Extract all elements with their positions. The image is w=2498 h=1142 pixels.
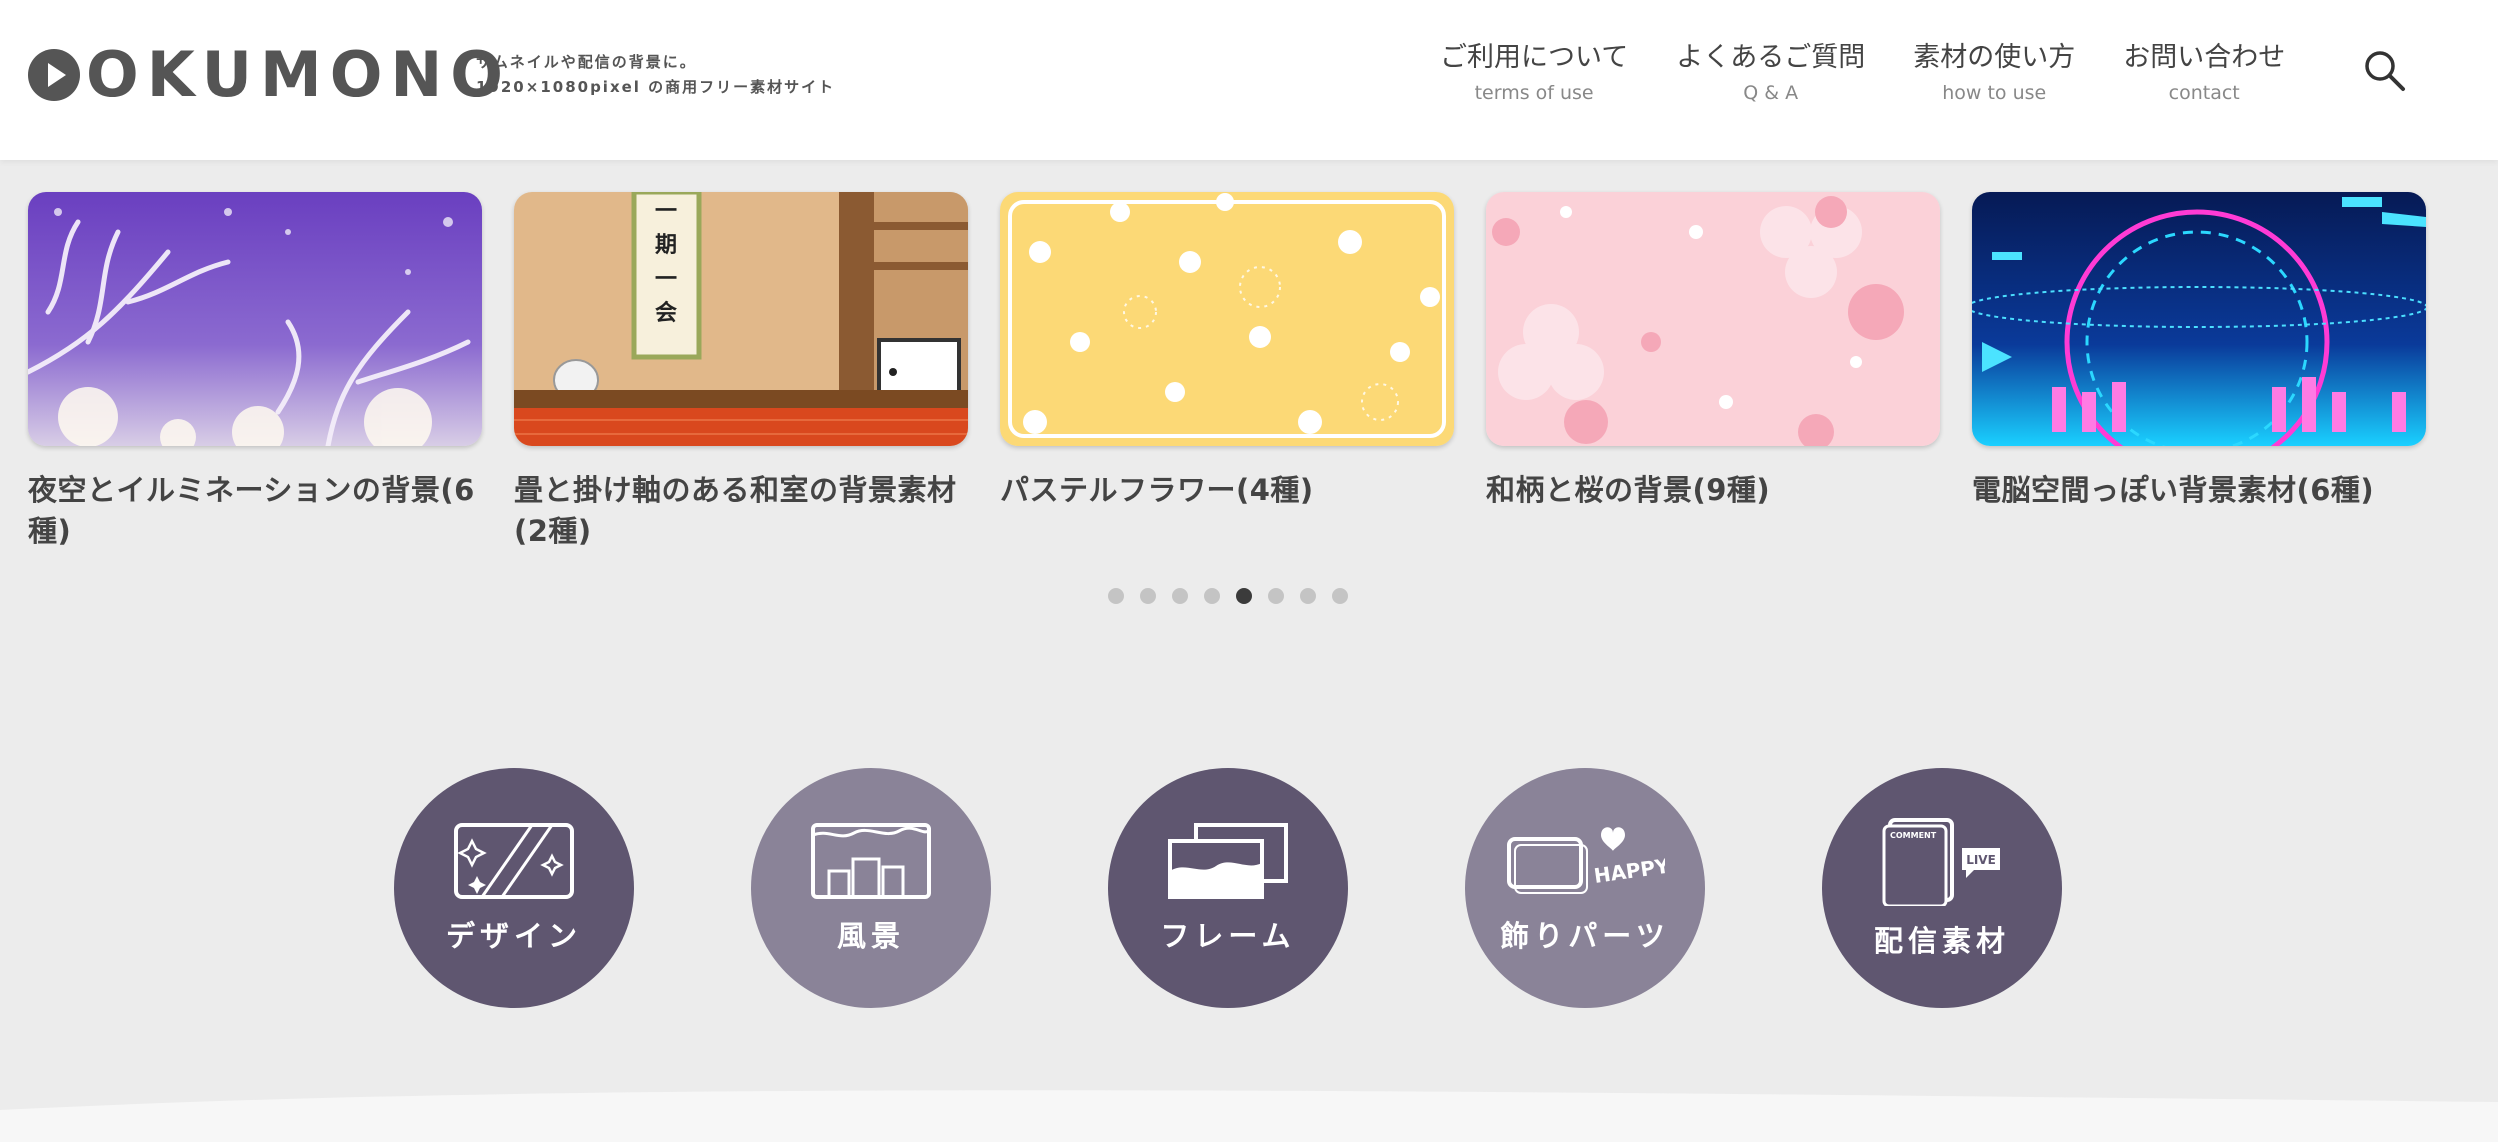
- carousel-pagination: [1108, 588, 1364, 604]
- card-title: 畳と掛け軸のある和室の背景素材(2種): [514, 473, 957, 548]
- nav-label: ご利用について: [1440, 42, 1629, 73]
- carousel-card[interactable]: 電脳空間っぽい背景素材(6種): [1972, 192, 2426, 552]
- nav-sublabel: terms of use: [1474, 82, 1594, 104]
- site-header: OKUMONO サムネイルや配信の背景に。 1920×1080pixel の商用…: [0, 0, 2498, 160]
- nav-sublabel: Q & A: [1743, 82, 1799, 104]
- live-text: LIVE: [1966, 853, 1996, 867]
- footer-wave: [0, 1090, 2498, 1142]
- card-title: 夜空とイルミネーションの背景(6種): [28, 473, 475, 548]
- carousel-dot[interactable]: [1268, 588, 1284, 604]
- carousel-card[interactable]: パステルフラワー(4種): [1000, 192, 1454, 552]
- comment-text: COMMENT: [1890, 831, 1937, 840]
- carousel-card[interactable]: 夜空とイルミネーションの背景(6種): [28, 192, 482, 552]
- category-design[interactable]: デザイン: [394, 768, 634, 1008]
- frame-icon: [1168, 823, 1288, 899]
- nav-sublabel: contact: [2168, 82, 2240, 104]
- tagline-line-1: サムネイルや配信の背景に。: [476, 53, 697, 71]
- card-thumbnail: [1972, 192, 2426, 446]
- carousel-dot[interactable]: [1140, 588, 1156, 604]
- main-nav: ご利用について terms of use よくあるご質問 Q & A 素材の使い…: [1440, 40, 2333, 104]
- category-label: 風景: [836, 919, 905, 953]
- nav-how-to-use[interactable]: 素材の使い方 how to use: [1913, 40, 2075, 104]
- play-icon: [28, 49, 80, 101]
- design-icon: [454, 823, 574, 899]
- decoration-icon: HAPPY: [1507, 827, 1665, 894]
- carousel-dot[interactable]: [1332, 588, 1348, 604]
- category-decoration[interactable]: HAPPY 飾りパーツ: [1465, 768, 1705, 1008]
- carousel-dot[interactable]: [1300, 588, 1316, 604]
- carousel-dot[interactable]: [1108, 588, 1124, 604]
- streaming-icon: COMMENT LIVE: [1882, 818, 2000, 906]
- carousel-dot[interactable]: [1172, 588, 1188, 604]
- site-logo[interactable]: OKUMONO: [28, 44, 511, 106]
- category-label: デザイン: [445, 919, 582, 953]
- carousel-card[interactable]: 一期一会 畳と掛け軸のある和室の背景素材(2種): [514, 192, 968, 552]
- category-streaming[interactable]: COMMENT LIVE 配信素材: [1822, 768, 2062, 1008]
- carousel-card[interactable]: 和柄と桜の背景(9種): [1486, 192, 1940, 552]
- category-label: 配信素材: [1873, 924, 2010, 958]
- category-frame[interactable]: フレーム: [1108, 768, 1348, 1008]
- category-label: フレーム: [1160, 919, 1296, 953]
- category-menu: デザイン 風景 フレーム HAPPY 飾りパーツ COMMENT LIVE 配信…: [394, 768, 2179, 1008]
- nav-label: お問い合わせ: [2123, 42, 2286, 73]
- card-thumbnail: [28, 192, 482, 446]
- nav-label: よくあるご質問: [1676, 42, 1866, 73]
- site-tagline: サムネイルや配信の背景に。 1920×1080pixel の商用フリー素材サイト: [476, 50, 835, 100]
- featured-carousel: 夜空とイルミネーションの背景(6種) 一期一会 畳と掛け軸のある和室の背景素材(…: [28, 192, 2458, 552]
- card-title: 和柄と桜の背景(9種): [1486, 473, 1771, 507]
- tagline-line-2: 1920×1080pixel の商用フリー素材サイト: [476, 78, 836, 96]
- carousel-dot-active[interactable]: [1236, 588, 1252, 604]
- nav-faq[interactable]: よくあるご質問 Q & A: [1676, 40, 1865, 104]
- card-thumbnail: 一期一会: [514, 192, 968, 446]
- happy-text: HAPPY: [1592, 854, 1665, 888]
- card-title: パステルフラワー(4種): [1000, 473, 1314, 507]
- search-icon: [2365, 51, 2405, 91]
- landscape-icon: [811, 823, 931, 899]
- search-button[interactable]: [2362, 48, 2408, 94]
- nav-contact[interactable]: お問い合わせ contact: [2123, 40, 2285, 104]
- card-title: 電脳空間っぽい背景素材(6種): [1972, 473, 2375, 507]
- logo-text: OKUMONO: [86, 38, 512, 111]
- nav-sublabel: how to use: [1942, 82, 2047, 104]
- category-label: 飾りパーツ: [1500, 919, 1670, 953]
- nav-terms[interactable]: ご利用について terms of use: [1440, 40, 1628, 104]
- card-thumbnail: [1000, 192, 1454, 446]
- nav-label: 素材の使い方: [1913, 42, 2076, 73]
- category-landscape[interactable]: 風景: [751, 768, 991, 1008]
- carousel-dot[interactable]: [1204, 588, 1220, 604]
- card-thumbnail: [1486, 192, 1940, 446]
